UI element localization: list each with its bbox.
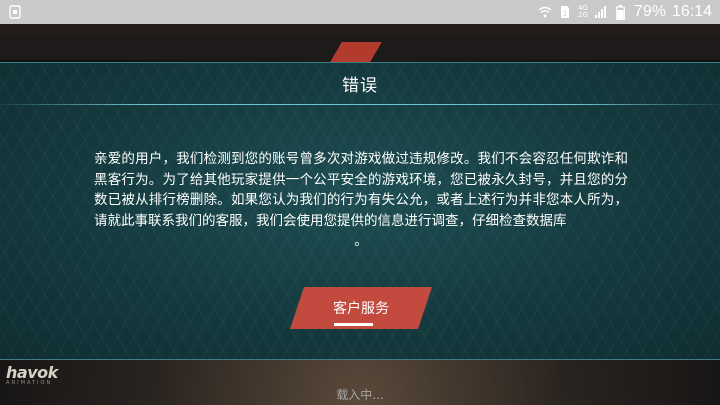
dialog-title: 错误 — [342, 75, 378, 96]
dialog-title-bar: 错误 — [0, 62, 720, 104]
status-bar: 1 4G 2G 79% 16:14 — [0, 0, 720, 24]
clock: 16:14 — [671, 3, 712, 20]
customer-service-label: 客户服务 — [333, 301, 389, 317]
network-2g-label: 2G — [578, 11, 588, 19]
dialog-message-end: 。 — [354, 233, 368, 249]
battery-icon — [614, 4, 628, 20]
sim-icon: 1 — [558, 5, 572, 19]
network-type: 4G 2G — [578, 5, 588, 19]
battery-percent: 79% — [633, 3, 666, 20]
dialog-message: 亲爱的用户，我们检测到您的账号曾多次对游戏做过违规修改。我们不会容忍任何欺诈和黑… — [94, 149, 628, 252]
button-underline — [334, 323, 373, 326]
signal-icon — [594, 5, 608, 19]
wifi-icon — [538, 5, 552, 19]
notification-icon — [8, 5, 22, 19]
svg-text:1: 1 — [563, 10, 567, 18]
loading-text: 载入中... — [336, 388, 384, 402]
title-divider — [0, 104, 720, 105]
dialog-message-text: 亲爱的用户，我们检测到您的账号曾多次对游戏做过违规修改。我们不会容忍任何欺诈和黑… — [94, 151, 628, 229]
